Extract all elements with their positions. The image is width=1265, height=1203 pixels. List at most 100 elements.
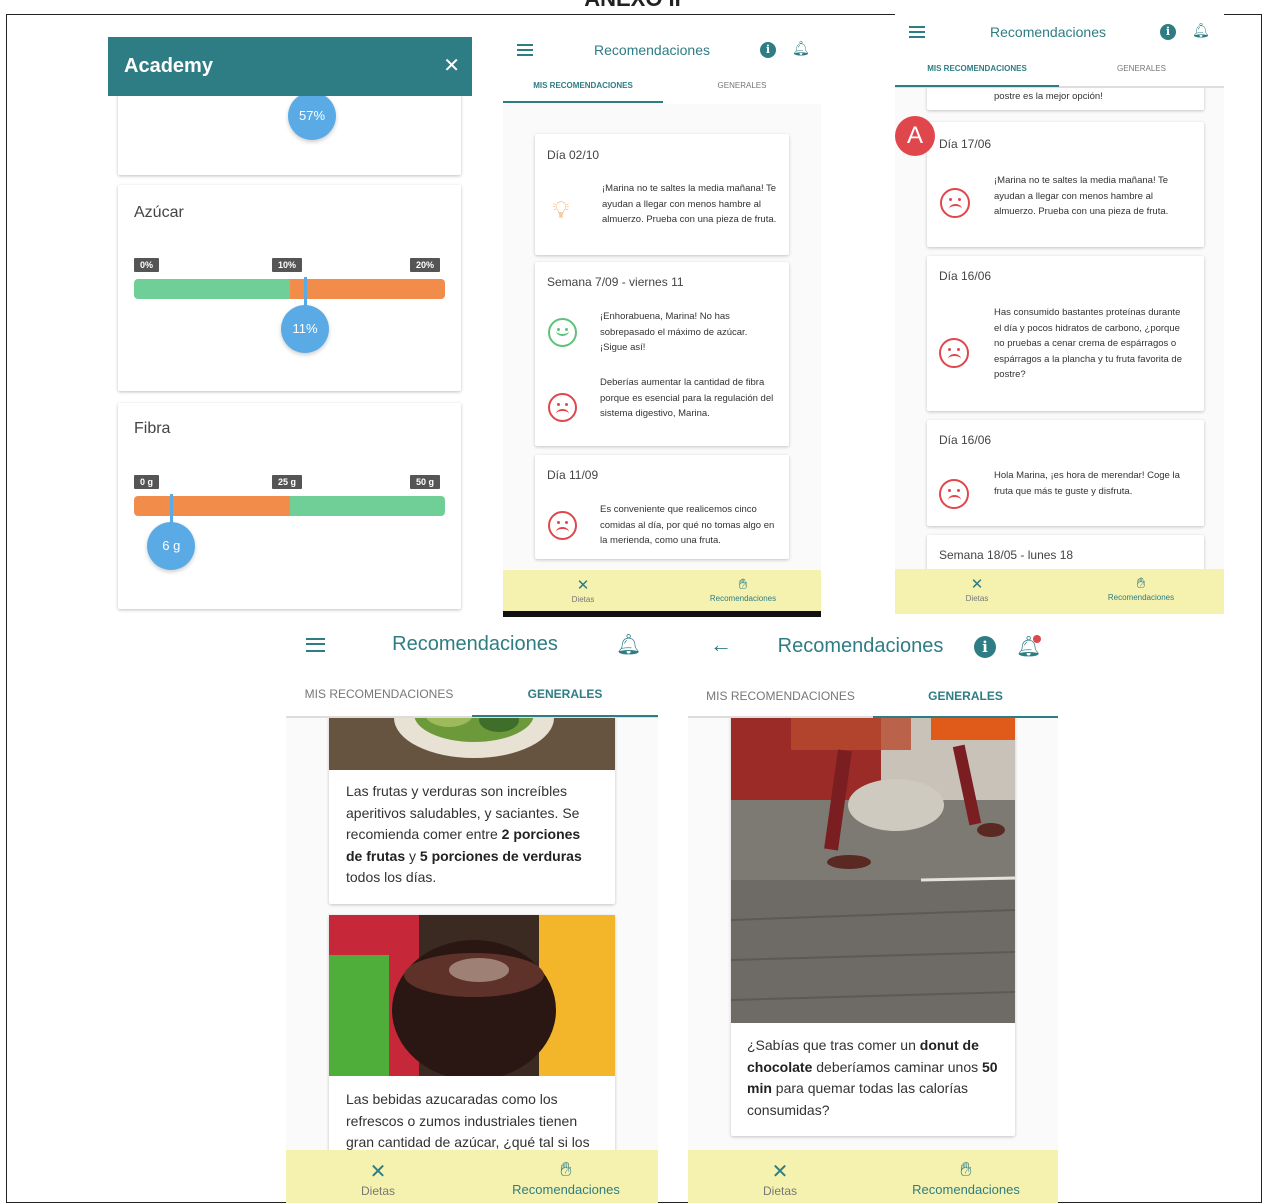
info-icon[interactable]: i — [760, 42, 776, 58]
recommendation-card[interactable]: Día 11/09 Es conveniente que realicemos … — [535, 455, 789, 559]
sad-face-icon — [939, 338, 969, 368]
menu-icon[interactable] — [517, 44, 533, 56]
nav-recomendaciones[interactable]: ✋︎ Recomendaciones — [683, 576, 803, 603]
nav-recomendaciones-label: Recomendaciones — [512, 1182, 620, 1197]
card-date: Día 17/06 — [939, 137, 992, 151]
active-tab-indicator — [895, 85, 1059, 87]
recommendations-screen-general-1: Las frutas y verduras son increíbles ape… — [286, 620, 658, 1203]
recommendations-screen-general-2: ¿Sabías que tras comer un donut de choco… — [688, 620, 1058, 1203]
app-header: ← Recomendaciones i 🔔︎ MIS RECOMENDACION… — [688, 620, 1058, 718]
card-text: Es conveniente que realicemos cinco comi… — [600, 504, 775, 546]
fiber-tick-mid: 25 g — [272, 475, 303, 489]
nav-dietas[interactable]: ✕ Dietas — [937, 575, 1017, 603]
nav-dietas-label: Dietas — [965, 594, 989, 603]
fiber-tick-min: 0 g — [134, 475, 160, 489]
article-card[interactable]: Las frutas y verduras son increíbles ape… — [329, 690, 615, 904]
notification-dot — [1033, 635, 1041, 643]
sugar-value-bubble[interactable]: 11% — [281, 305, 330, 353]
hand-icon: ✋︎ — [960, 1159, 972, 1181]
tab-mis-recomendaciones[interactable]: MIS RECOMENDACIONES — [895, 64, 1059, 73]
nav-dietas-label: Dietas — [762, 1184, 797, 1198]
sugar-bar-over-segment — [289, 279, 445, 299]
walking-photo — [731, 690, 1015, 1023]
recommendation-card[interactable]: Día 02/10 💡︎ ¡Marina no te saltes la med… — [535, 134, 789, 255]
menu-icon[interactable] — [306, 638, 325, 652]
nav-dietas[interactable]: ✕ Dietas — [732, 1159, 828, 1198]
bell-icon[interactable]: 🔔︎ — [616, 632, 641, 657]
active-tab-indicator — [503, 101, 663, 103]
nav-recomendaciones[interactable]: ✋︎ Recomendaciones — [886, 1159, 1046, 1197]
sugar-label: Azúcar — [134, 204, 184, 221]
nav-dietas[interactable]: ✕ Dietas — [543, 576, 623, 604]
nav-recomendaciones-label: Recomendaciones — [709, 594, 777, 603]
recommendation-card[interactable]: Día 16/06 Hola Marina, ¡es hora de meren… — [927, 420, 1204, 526]
recommendations-screen-mine-2: postre es la mejor opción! Recomendacion… — [895, 12, 1224, 614]
app-header: Recomendaciones i 🔔︎ MIS RECOMENDACIONES… — [895, 12, 1224, 88]
article-card[interactable]: Las bebidas azucaradas como los refresco… — [329, 915, 615, 1155]
nav-recomendaciones[interactable]: ✋︎ Recomendaciones — [486, 1159, 646, 1197]
card-text: ¡Marina no te saltes la media mañana! Te… — [994, 175, 1169, 217]
app-header: Recomendaciones i 🔔︎ MIS RECOMENDACIONES… — [503, 30, 821, 104]
cutlery-icon: ✕ — [771, 1161, 789, 1183]
sad-face-icon — [548, 511, 577, 540]
info-icon[interactable]: i — [974, 636, 996, 658]
bottom-navigation: ✕ Dietas ✋︎ Recomendaciones — [688, 1150, 1058, 1203]
tab-generales[interactable]: GENERALES — [472, 687, 658, 701]
fiber-card: Fibra 0 g 25 g 50 g 6 g — [118, 403, 461, 609]
tab-generales[interactable]: GENERALES — [663, 81, 821, 90]
tab-generales[interactable]: GENERALES — [873, 689, 1058, 703]
tab-generales[interactable]: GENERALES — [1059, 64, 1224, 73]
card-date: Día 02/10 — [547, 148, 600, 162]
avatar-letter: A — [906, 122, 923, 149]
happy-face-icon — [548, 318, 577, 347]
app-header: Recomendaciones 🔔︎ MIS RECOMENDACIONES G… — [286, 620, 658, 718]
back-arrow-icon[interactable]: ← — [710, 632, 732, 658]
app-title: Recomendaciones — [990, 24, 1106, 40]
article-text-bold: 5 porciones de verduras — [419, 847, 582, 864]
nav-recomendaciones-label: Recomendaciones — [1107, 593, 1175, 602]
close-icon[interactable]: ✕ — [443, 53, 460, 78]
sugar-tick-mid: 10% — [272, 258, 303, 272]
nav-dietas-label: Dietas — [360, 1184, 395, 1198]
sad-face-icon — [548, 393, 577, 422]
article-card[interactable]: ¿Sabías que tras comer un donut de choco… — [731, 690, 1015, 1136]
sugar-card: Azúcar 0% 10% 20% 11% — [118, 185, 461, 391]
article-text-part: deberíamos caminar unos — [812, 1058, 982, 1075]
tab-mis-recomendaciones[interactable]: MIS RECOMENDACIONES — [688, 689, 873, 703]
tab-mis-recomendaciones[interactable]: MIS RECOMENDACIONES — [503, 81, 663, 90]
article-text-part: y — [405, 847, 420, 864]
bottom-navigation: ✕ Dietas ✋︎ Recomendaciones — [895, 569, 1224, 614]
nav-dietas[interactable]: ✕ Dietas — [330, 1159, 426, 1198]
info-icon[interactable]: i — [1160, 24, 1176, 40]
progress-bubble: 57% — [288, 92, 336, 140]
sad-face-icon — [939, 479, 969, 509]
tab-mis-recomendaciones[interactable]: MIS RECOMENDACIONES — [286, 687, 472, 701]
recommendation-card[interactable]: Día 16/06 Has consumido bastantes proteí… — [927, 256, 1204, 411]
avatar[interactable]: A — [895, 116, 935, 156]
bell-icon[interactable]: 🔔︎ — [1192, 22, 1210, 39]
fiber-bar-under-segment — [134, 496, 290, 516]
sad-face-icon — [940, 188, 970, 218]
recommendation-card[interactable]: Semana 7/09 - viernes 11 ¡Enhorabuena, M… — [535, 262, 789, 446]
article-text: Las frutas y verduras son increíbles ape… — [346, 781, 596, 889]
menu-icon[interactable] — [909, 26, 925, 38]
card-date: Día 11/09 — [547, 468, 599, 482]
article-text-part: todos los días. — [346, 869, 437, 885]
article-text: Las bebidas azucaradas como los refresco… — [346, 1091, 590, 1150]
hand-icon: ✋︎ — [1136, 575, 1146, 592]
fiber-bar — [134, 496, 445, 516]
recommendation-card[interactable]: Día 17/06 ¡Marina no te saltes la media … — [927, 122, 1204, 247]
cutlery-icon: ✕ — [576, 577, 590, 594]
bell-icon[interactable]: 🔔︎ — [792, 40, 810, 57]
nav-recomendaciones[interactable]: ✋︎ Recomendaciones — [1081, 575, 1201, 602]
bottom-navigation: ✕ Dietas ✋︎ Recomendaciones — [503, 570, 821, 617]
fiber-value-bubble[interactable]: 6 g — [147, 522, 196, 570]
academy-header: Academy ✕ — [108, 37, 472, 96]
card-date: Día 16/06 — [939, 269, 992, 283]
app-title: Recomendaciones — [777, 635, 944, 657]
nav-recomendaciones-label: Recomendaciones — [912, 1182, 1020, 1197]
active-tab-indicator — [472, 715, 658, 717]
hand-icon: ✋︎ — [738, 576, 748, 593]
card-text: ¡Enhorabuena, Marina! No has sobrepasado… — [600, 311, 748, 353]
card-date: Día 16/06 — [939, 433, 992, 447]
